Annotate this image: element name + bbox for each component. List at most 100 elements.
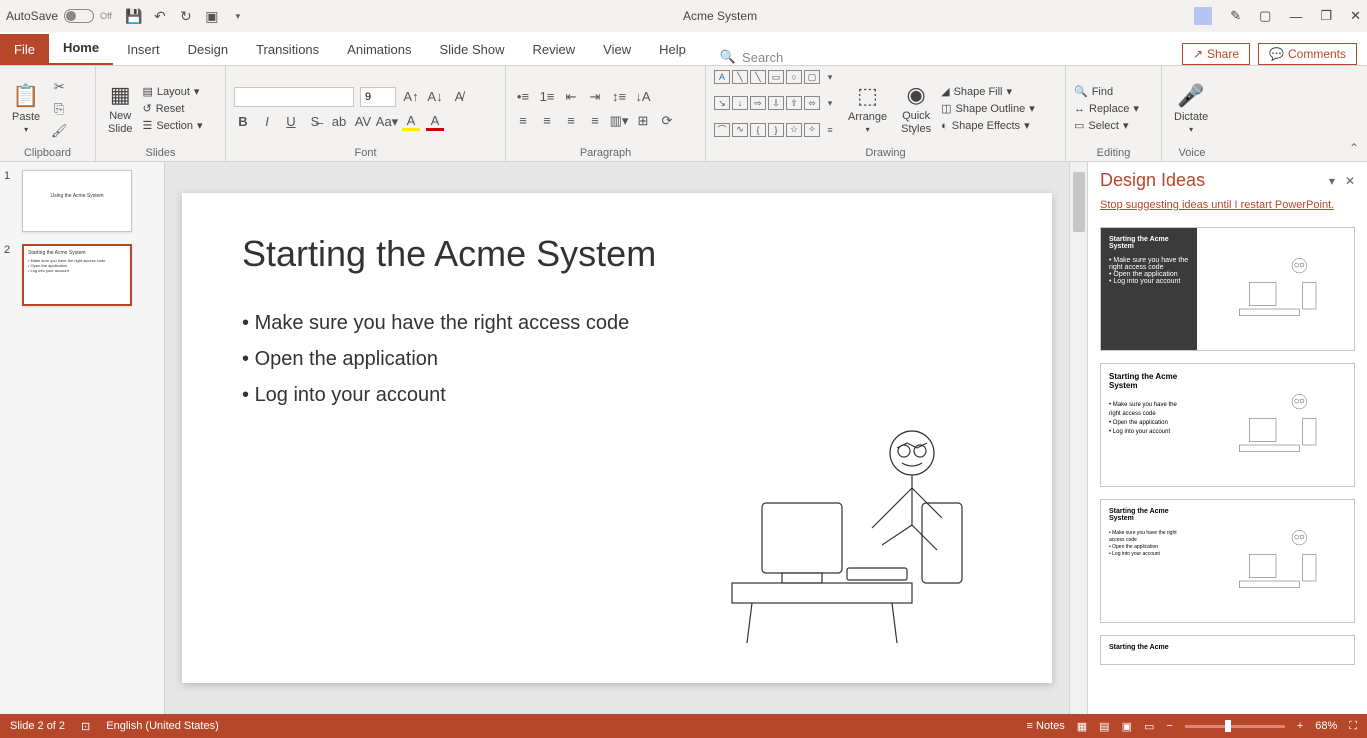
tab-design[interactable]: Design (174, 34, 242, 65)
shape-arrow3[interactable]: ⇩ (768, 96, 784, 110)
smartart-icon[interactable]: ⟳ (658, 112, 676, 130)
shape-arrow2[interactable]: ⇨ (750, 96, 766, 110)
shape-more1[interactable]: ▾ (822, 70, 838, 84)
tab-review[interactable]: Review (519, 34, 590, 65)
shadow-icon[interactable]: ab (330, 113, 348, 131)
shape-oval[interactable]: ○ (786, 70, 802, 84)
shape-callout[interactable]: ✧ (804, 123, 820, 137)
view-reading-icon[interactable]: ▣ (1122, 720, 1132, 733)
shape-bracket2[interactable]: } (768, 123, 784, 137)
new-slide-button[interactable]: ▦New Slide (104, 70, 136, 147)
strikethrough-icon[interactable]: S̶ (306, 113, 324, 131)
tab-home[interactable]: Home (49, 32, 113, 65)
section-button[interactable]: ☰ Section ▾ (142, 119, 202, 132)
char-spacing-icon[interactable]: AV (354, 113, 372, 131)
shape-rrect[interactable]: ▢ (804, 70, 820, 84)
maximize-icon[interactable]: ❐ (1320, 8, 1332, 24)
tab-view[interactable]: View (589, 34, 645, 65)
paste-button[interactable]: 📋Paste▾ (8, 70, 44, 147)
font-size-input[interactable] (360, 87, 396, 107)
quick-styles-button[interactable]: ◉Quick Styles (897, 70, 935, 147)
notes-button[interactable]: ≡ Notes (1027, 720, 1065, 732)
qat-more-icon[interactable]: ▾ (230, 8, 246, 24)
layout-button[interactable]: ▤ Layout ▾ (142, 85, 202, 98)
numbering-icon[interactable]: 1≡ (538, 88, 556, 106)
shape-arrow5[interactable]: ⬄ (804, 96, 820, 110)
format-painter-icon[interactable]: 🖌 (50, 122, 68, 140)
change-case-icon[interactable]: Aa▾ (378, 113, 396, 131)
font-color-icon[interactable]: A (426, 113, 444, 131)
collapse-ribbon-icon[interactable]: ⌃ (1349, 141, 1359, 155)
close-icon[interactable]: ✕ (1350, 8, 1361, 24)
zoom-value[interactable]: 68% (1315, 720, 1337, 732)
zoom-slider[interactable] (1185, 725, 1285, 728)
find-button[interactable]: 🔍 Find (1074, 85, 1139, 98)
redo-icon[interactable]: ↻ (178, 8, 194, 24)
comments-button[interactable]: 💬Comments (1258, 43, 1357, 65)
reset-button[interactable]: ↺ Reset (142, 102, 202, 115)
align-center-icon[interactable]: ≡ (538, 112, 556, 130)
design-card-2[interactable]: Starting the Acme System• Make sure you … (1100, 363, 1355, 487)
bold-icon[interactable]: B (234, 113, 252, 131)
share-button[interactable]: ↗Share (1182, 43, 1250, 65)
cut-icon[interactable]: ✂ (50, 78, 68, 96)
design-ideas-close-icon[interactable]: ✕ (1345, 174, 1355, 188)
line-spacing-icon[interactable]: ↕≡ (610, 88, 628, 106)
tab-transitions[interactable]: Transitions (242, 34, 333, 65)
language[interactable]: English (United States) (106, 720, 219, 732)
shape-more3[interactable]: ≡ (822, 123, 838, 137)
arrange-button[interactable]: ⬚Arrange▾ (844, 70, 891, 147)
shape-line2[interactable]: ╲ (750, 70, 766, 84)
tab-insert[interactable]: Insert (113, 34, 174, 65)
outdent-icon[interactable]: ⇤ (562, 88, 580, 106)
slide-clipart-person-computer[interactable] (692, 393, 992, 653)
select-button[interactable]: ▭ Select ▾ (1074, 119, 1139, 132)
shape-star[interactable]: ☆ (786, 123, 802, 137)
indent-icon[interactable]: ⇥ (586, 88, 604, 106)
font-name-input[interactable] (234, 87, 354, 107)
slide-info[interactable]: Slide 2 of 2 (10, 720, 65, 732)
shape-effects-button[interactable]: ◐ Shape Effects ▾ (941, 119, 1035, 132)
view-sorter-icon[interactable]: ▤ (1099, 720, 1109, 733)
zoom-in-icon[interactable]: + (1297, 720, 1303, 732)
ribbon-display-icon[interactable]: ▢ (1259, 8, 1271, 24)
dictate-button[interactable]: 🎤Dictate▾ (1170, 70, 1212, 147)
tab-help[interactable]: Help (645, 34, 700, 65)
bullets-icon[interactable]: •≡ (514, 88, 532, 106)
shape-fill-button[interactable]: ◢ Shape Fill ▾ (941, 85, 1035, 98)
design-card-1[interactable]: Starting the Acme System• Make sure you … (1100, 227, 1355, 351)
thumbnail-1[interactable]: 1 Using the Acme System (4, 170, 160, 232)
increase-font-icon[interactable]: A↑ (402, 88, 420, 106)
minimize-icon[interactable]: — (1289, 9, 1302, 24)
shape-outline-button[interactable]: ◫ Shape Outline ▾ (941, 102, 1035, 115)
search-box[interactable]: 🔍 Search (720, 49, 783, 65)
accessibility-icon[interactable]: ⊡ (81, 720, 90, 733)
tab-slide-show[interactable]: Slide Show (425, 34, 518, 65)
slide-canvas[interactable]: Starting the Acme System • Make sure you… (165, 162, 1069, 714)
shape-rect[interactable]: ▭ (768, 70, 784, 84)
pen-icon[interactable]: ✎ (1230, 8, 1241, 24)
design-ideas-dropdown-icon[interactable]: ▾ (1329, 174, 1335, 188)
shape-freeform[interactable]: ∿ (732, 123, 748, 137)
shape-arrow[interactable]: ↓ (732, 96, 748, 110)
justify-icon[interactable]: ≡ (586, 112, 604, 130)
design-card-4[interactable]: Starting the Acme (1100, 635, 1355, 665)
columns-icon[interactable]: ▥▾ (610, 112, 628, 130)
underline-icon[interactable]: U (282, 113, 300, 131)
align-text-icon[interactable]: ⊞ (634, 112, 652, 130)
save-icon[interactable]: 💾 (126, 8, 142, 24)
stop-suggesting-link[interactable]: Stop suggesting ideas until I restart Po… (1088, 199, 1367, 219)
align-right-icon[interactable]: ≡ (562, 112, 580, 130)
shape-arrow4[interactable]: ⇧ (786, 96, 802, 110)
decrease-font-icon[interactable]: A↓ (426, 88, 444, 106)
autosave-switch[interactable] (64, 9, 94, 23)
italic-icon[interactable]: I (258, 113, 276, 131)
shape-more2[interactable]: ▾ (822, 96, 838, 110)
shape-line[interactable]: ╲ (732, 70, 748, 84)
fit-to-window-icon[interactable]: ⛶ (1349, 720, 1357, 733)
text-direction-icon[interactable]: ↓A (634, 88, 652, 106)
vertical-scrollbar[interactable] (1069, 162, 1087, 714)
view-normal-icon[interactable]: ▦ (1077, 720, 1087, 733)
tab-animations[interactable]: Animations (333, 34, 425, 65)
undo-icon[interactable]: ↶ (152, 8, 168, 24)
